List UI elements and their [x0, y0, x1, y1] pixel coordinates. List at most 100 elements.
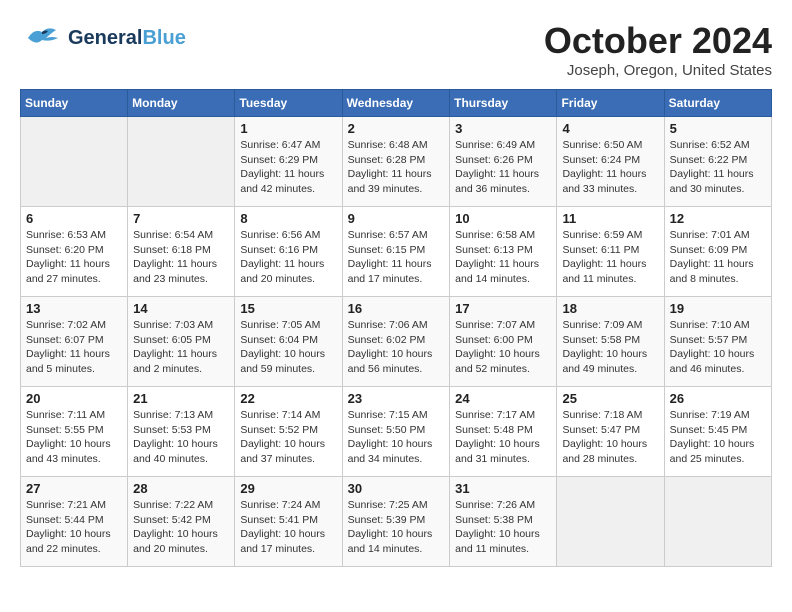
calendar-cell: [128, 117, 235, 207]
day-number: 6: [26, 211, 122, 226]
day-number: 21: [133, 391, 229, 406]
day-number: 20: [26, 391, 122, 406]
day-number: 28: [133, 481, 229, 496]
day-info: Sunrise: 7:17 AM Sunset: 5:48 PM Dayligh…: [455, 408, 551, 467]
day-info: Sunrise: 6:53 AM Sunset: 6:20 PM Dayligh…: [26, 228, 122, 287]
day-info: Sunrise: 7:09 AM Sunset: 5:58 PM Dayligh…: [562, 318, 658, 377]
day-info: Sunrise: 7:11 AM Sunset: 5:55 PM Dayligh…: [26, 408, 122, 467]
day-info: Sunrise: 7:18 AM Sunset: 5:47 PM Dayligh…: [562, 408, 658, 467]
day-info: Sunrise: 7:10 AM Sunset: 5:57 PM Dayligh…: [670, 318, 766, 377]
logo-blue: Blue: [142, 27, 185, 49]
calendar-cell: [557, 477, 664, 567]
day-number: 19: [670, 301, 766, 316]
day-number: 8: [240, 211, 336, 226]
calendar-cell: 20 Sunrise: 7:11 AM Sunset: 5:55 PM Dayli…: [21, 387, 128, 477]
weekday-header-tuesday: Tuesday: [235, 90, 342, 117]
day-number: 30: [348, 481, 445, 496]
calendar-cell: 7 Sunrise: 6:54 AM Sunset: 6:18 PM Daylig…: [128, 207, 235, 297]
week-row-5: 27 Sunrise: 7:21 AM Sunset: 5:44 PM Dayli…: [21, 477, 772, 567]
calendar-cell: 23 Sunrise: 7:15 AM Sunset: 5:50 PM Dayli…: [342, 387, 450, 477]
day-info: Sunrise: 7:02 AM Sunset: 6:07 PM Dayligh…: [26, 318, 122, 377]
calendar-cell: 15 Sunrise: 7:05 AM Sunset: 6:04 PM Dayli…: [235, 297, 342, 387]
day-number: 7: [133, 211, 229, 226]
calendar-cell: 13 Sunrise: 7:02 AM Sunset: 6:07 PM Dayli…: [21, 297, 128, 387]
day-info: Sunrise: 6:49 AM Sunset: 6:26 PM Dayligh…: [455, 138, 551, 197]
day-info: Sunrise: 7:15 AM Sunset: 5:50 PM Dayligh…: [348, 408, 445, 467]
day-info: Sunrise: 7:19 AM Sunset: 5:45 PM Dayligh…: [670, 408, 766, 467]
day-number: 13: [26, 301, 122, 316]
day-info: Sunrise: 6:52 AM Sunset: 6:22 PM Dayligh…: [670, 138, 766, 197]
day-number: 16: [348, 301, 445, 316]
day-number: 17: [455, 301, 551, 316]
calendar-cell: 19 Sunrise: 7:10 AM Sunset: 5:57 PM Dayli…: [664, 297, 771, 387]
page-header: GeneralBlue October 2024 Joseph, Oregon,…: [20, 20, 772, 79]
day-number: 14: [133, 301, 229, 316]
calendar-cell: 12Sunrise: 7:01 AM Sunset: 6:09 PM Dayli…: [664, 207, 771, 297]
calendar-cell: 9 Sunrise: 6:57 AM Sunset: 6:15 PM Daylig…: [342, 207, 450, 297]
logo-bird-icon: [20, 20, 64, 56]
day-number: 25: [562, 391, 658, 406]
day-info: Sunrise: 7:06 AM Sunset: 6:02 PM Dayligh…: [348, 318, 445, 377]
calendar-cell: 5 Sunrise: 6:52 AM Sunset: 6:22 PM Daylig…: [664, 117, 771, 207]
month-title: October 2024: [544, 20, 772, 62]
week-row-1: 1Sunrise: 6:47 AM Sunset: 6:29 PM Daylig…: [21, 117, 772, 207]
day-info: Sunrise: 6:54 AM Sunset: 6:18 PM Dayligh…: [133, 228, 229, 287]
calendar-cell: 11 Sunrise: 6:59 AM Sunset: 6:11 PM Dayli…: [557, 207, 664, 297]
weekday-header-sunday: Sunday: [21, 90, 128, 117]
calendar-cell: 2Sunrise: 6:48 AM Sunset: 6:28 PM Daylig…: [342, 117, 450, 207]
day-number: 31: [455, 481, 551, 496]
day-number: 29: [240, 481, 336, 496]
calendar-cell: 6 Sunrise: 6:53 AM Sunset: 6:20 PM Daylig…: [21, 207, 128, 297]
day-number: 3: [455, 121, 551, 136]
day-number: 24: [455, 391, 551, 406]
calendar-cell: 30Sunrise: 7:25 AM Sunset: 5:39 PM Dayli…: [342, 477, 450, 567]
weekday-header-thursday: Thursday: [450, 90, 557, 117]
weekday-header-saturday: Saturday: [664, 90, 771, 117]
calendar-cell: 27 Sunrise: 7:21 AM Sunset: 5:44 PM Dayli…: [21, 477, 128, 567]
day-info: Sunrise: 7:14 AM Sunset: 5:52 PM Dayligh…: [240, 408, 336, 467]
week-row-2: 6 Sunrise: 6:53 AM Sunset: 6:20 PM Daylig…: [21, 207, 772, 297]
calendar-table: SundayMondayTuesdayWednesdayThursdayFrid…: [20, 89, 772, 567]
day-number: 2: [348, 121, 445, 136]
day-info: Sunrise: 6:50 AM Sunset: 6:24 PM Dayligh…: [562, 138, 658, 197]
day-number: 23: [348, 391, 445, 406]
day-info: Sunrise: 6:59 AM Sunset: 6:11 PM Dayligh…: [562, 228, 658, 287]
day-info: Sunrise: 7:24 AM Sunset: 5:41 PM Dayligh…: [240, 498, 336, 557]
day-info: Sunrise: 7:05 AM Sunset: 6:04 PM Dayligh…: [240, 318, 336, 377]
location: Joseph, Oregon, United States: [544, 62, 772, 79]
day-info: Sunrise: 6:56 AM Sunset: 6:16 PM Dayligh…: [240, 228, 336, 287]
day-info: Sunrise: 6:58 AM Sunset: 6:13 PM Dayligh…: [455, 228, 551, 287]
calendar-cell: 1Sunrise: 6:47 AM Sunset: 6:29 PM Daylig…: [235, 117, 342, 207]
day-info: Sunrise: 7:03 AM Sunset: 6:05 PM Dayligh…: [133, 318, 229, 377]
calendar-cell: 26Sunrise: 7:19 AM Sunset: 5:45 PM Dayli…: [664, 387, 771, 477]
weekday-header-wednesday: Wednesday: [342, 90, 450, 117]
week-row-4: 20 Sunrise: 7:11 AM Sunset: 5:55 PM Dayli…: [21, 387, 772, 477]
day-number: 22: [240, 391, 336, 406]
day-number: 15: [240, 301, 336, 316]
calendar-cell: 18 Sunrise: 7:09 AM Sunset: 5:58 PM Dayli…: [557, 297, 664, 387]
week-row-3: 13 Sunrise: 7:02 AM Sunset: 6:07 PM Dayli…: [21, 297, 772, 387]
day-number: 5: [670, 121, 766, 136]
day-info: Sunrise: 6:57 AM Sunset: 6:15 PM Dayligh…: [348, 228, 445, 287]
day-info: Sunrise: 6:47 AM Sunset: 6:29 PM Dayligh…: [240, 138, 336, 197]
calendar-cell: 3 Sunrise: 6:49 AM Sunset: 6:26 PM Daylig…: [450, 117, 557, 207]
calendar-cell: 17 Sunrise: 7:07 AM Sunset: 6:00 PM Dayli…: [450, 297, 557, 387]
day-number: 18: [562, 301, 658, 316]
calendar-cell: 10Sunrise: 6:58 AM Sunset: 6:13 PM Dayli…: [450, 207, 557, 297]
calendar-cell: 4 Sunrise: 6:50 AM Sunset: 6:24 PM Daylig…: [557, 117, 664, 207]
calendar-cell: [664, 477, 771, 567]
day-info: Sunrise: 7:07 AM Sunset: 6:00 PM Dayligh…: [455, 318, 551, 377]
day-info: Sunrise: 7:26 AM Sunset: 5:38 PM Dayligh…: [455, 498, 551, 557]
calendar-cell: 24 Sunrise: 7:17 AM Sunset: 5:48 PM Dayli…: [450, 387, 557, 477]
day-number: 27: [26, 481, 122, 496]
calendar-cell: 31 Sunrise: 7:26 AM Sunset: 5:38 PM Dayli…: [450, 477, 557, 567]
day-number: 9: [348, 211, 445, 226]
weekday-header-row: SundayMondayTuesdayWednesdayThursdayFrid…: [21, 90, 772, 117]
day-info: Sunrise: 7:21 AM Sunset: 5:44 PM Dayligh…: [26, 498, 122, 557]
calendar-cell: 22 Sunrise: 7:14 AM Sunset: 5:52 PM Dayli…: [235, 387, 342, 477]
day-number: 11: [562, 211, 658, 226]
day-info: Sunrise: 7:13 AM Sunset: 5:53 PM Dayligh…: [133, 408, 229, 467]
calendar-cell: 21 Sunrise: 7:13 AM Sunset: 5:53 PM Dayli…: [128, 387, 235, 477]
calendar-cell: 29 Sunrise: 7:24 AM Sunset: 5:41 PM Dayli…: [235, 477, 342, 567]
day-number: 4: [562, 121, 658, 136]
